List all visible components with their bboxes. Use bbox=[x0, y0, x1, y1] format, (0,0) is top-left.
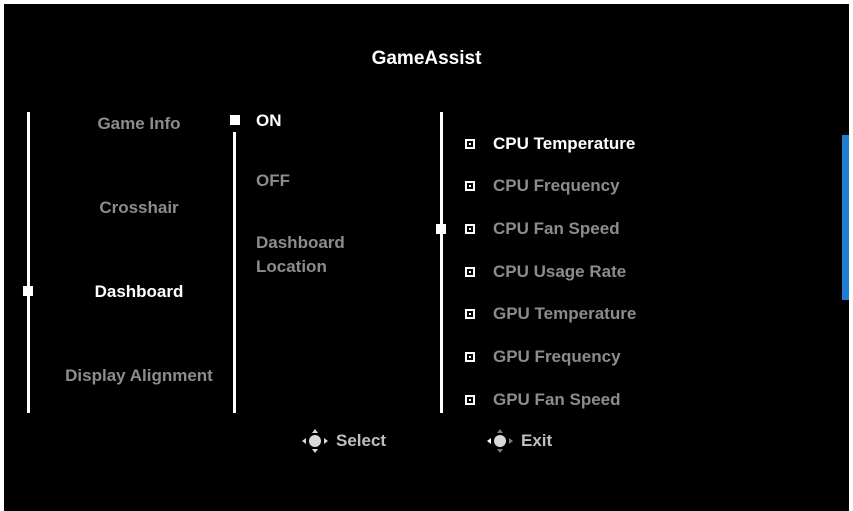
gpu-temperature-checkbox[interactable] bbox=[465, 309, 475, 319]
option-off[interactable]: OFF bbox=[256, 169, 290, 193]
cpu-usage-rate-checkbox[interactable] bbox=[465, 267, 475, 277]
item-gpu-frequency[interactable]: GPU Frequency bbox=[493, 345, 621, 369]
mid-column-divider bbox=[233, 132, 236, 413]
right-selection-marker bbox=[436, 224, 446, 234]
option-dashboard-location[interactable]: Dashboard Location bbox=[256, 231, 376, 279]
cpu-frequency-checkbox[interactable] bbox=[465, 181, 475, 191]
item-cpu-usage-rate[interactable]: CPU Usage Rate bbox=[493, 260, 626, 284]
cpu-fan-speed-checkbox[interactable] bbox=[465, 224, 475, 234]
item-cpu-fan-speed[interactable]: CPU Fan Speed bbox=[493, 217, 620, 241]
osd-window: GameAssist Game Info Crosshair Dashboard… bbox=[4, 4, 849, 511]
right-column-divider bbox=[440, 112, 443, 413]
gpu-fan-speed-checkbox[interactable] bbox=[465, 395, 475, 405]
scrollbar[interactable] bbox=[842, 135, 849, 300]
osd-title: GameAssist bbox=[371, 48, 482, 69]
item-cpu-temperature[interactable]: CPU Temperature bbox=[493, 132, 635, 156]
select-label: Select bbox=[336, 431, 387, 450]
select-hint[interactable]: Select bbox=[300, 428, 386, 454]
left-column-divider bbox=[27, 112, 30, 413]
menu-item-game-info[interactable]: Game Info bbox=[64, 112, 214, 136]
menu-item-display-alignment[interactable]: Display Alignment bbox=[64, 364, 214, 388]
gpu-frequency-checkbox[interactable] bbox=[465, 352, 475, 362]
mid-selection-marker bbox=[230, 115, 240, 125]
exit-label: Exit bbox=[521, 431, 553, 450]
menu-item-dashboard[interactable]: Dashboard bbox=[64, 280, 214, 304]
option-on[interactable]: ON bbox=[256, 109, 282, 133]
cpu-temperature-checkbox[interactable] bbox=[465, 139, 475, 149]
item-gpu-temperature[interactable]: GPU Temperature bbox=[493, 302, 636, 326]
joystick-press-icon bbox=[302, 429, 328, 453]
item-gpu-fan-speed[interactable]: GPU Fan Speed bbox=[493, 388, 621, 412]
item-cpu-frequency[interactable]: CPU Frequency bbox=[493, 174, 620, 198]
exit-hint[interactable]: Exit bbox=[485, 428, 552, 454]
left-selection-marker bbox=[23, 286, 33, 296]
menu-item-crosshair[interactable]: Crosshair bbox=[64, 196, 214, 220]
joystick-left-icon bbox=[487, 429, 513, 453]
